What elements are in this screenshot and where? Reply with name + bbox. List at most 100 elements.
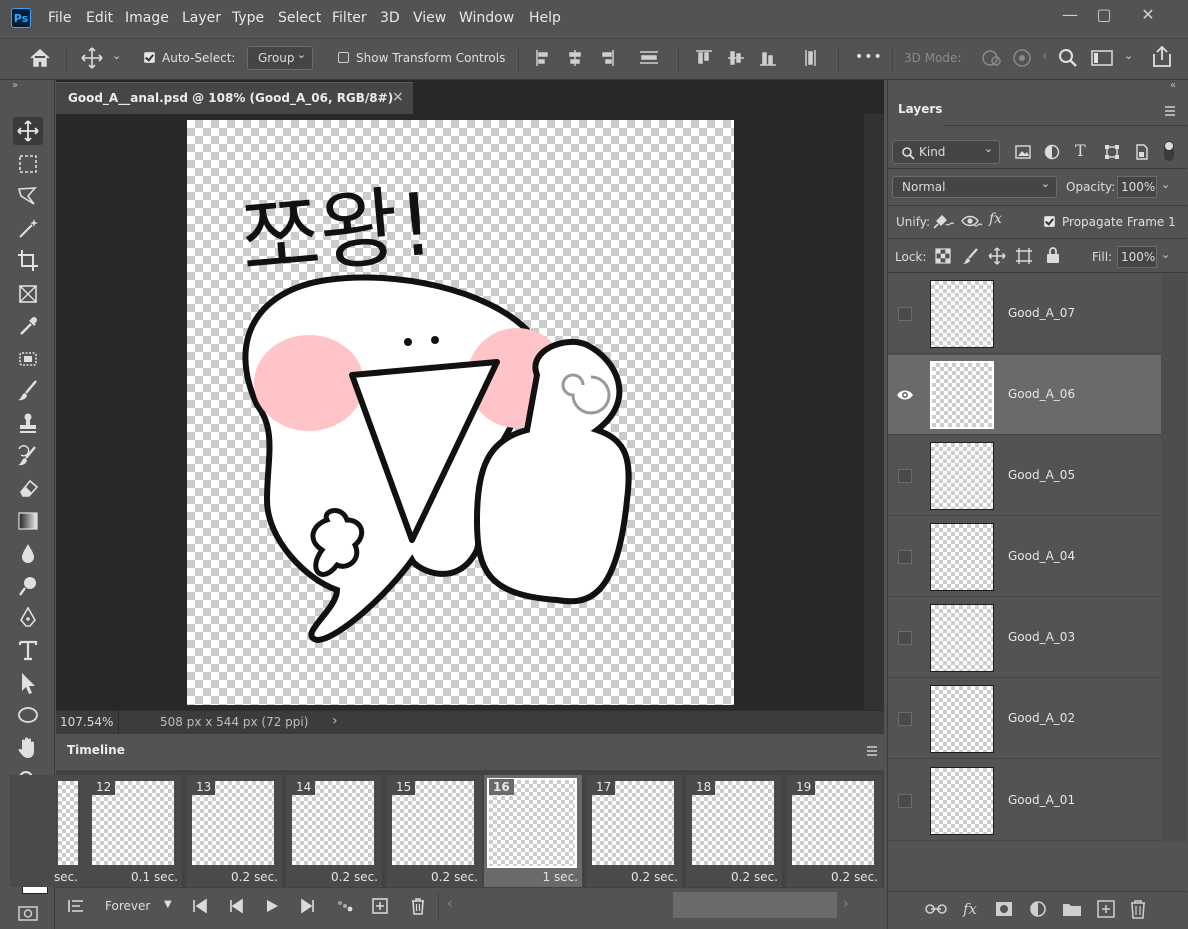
auto-select-checkbox[interactable]	[144, 52, 155, 63]
timeline-tab[interactable]: Timeline	[56, 736, 128, 768]
scroll-left-icon[interactable]: ‹	[447, 896, 453, 912]
panel-menu-icon[interactable]	[864, 744, 880, 758]
chevron-down-icon[interactable]: ⌄	[112, 49, 121, 62]
frame-item[interactable]: 15 0.2 sec.	[386, 775, 482, 887]
next-frame-icon[interactable]	[298, 897, 318, 915]
close-window-button[interactable]: ✕	[1133, 4, 1163, 26]
menu-image[interactable]: Image	[125, 10, 169, 26]
layers-tab[interactable]: Layers	[888, 92, 944, 128]
auto-select-dropdown[interactable]: Group ⌄	[247, 46, 313, 70]
show-transform-checkbox[interactable]	[338, 52, 349, 63]
maximize-button[interactable]: ▢	[1089, 4, 1119, 26]
add-mask-icon[interactable]	[992, 898, 1016, 920]
gradient-tool-button[interactable]	[13, 507, 43, 535]
frame-item[interactable]: 14 0.2 sec.	[286, 775, 382, 887]
magic-wand-tool-button[interactable]	[13, 215, 43, 243]
lock-pixels-icon[interactable]	[961, 247, 979, 265]
path-selection-tool-button[interactable]	[13, 669, 43, 697]
pen-tool-button[interactable]	[13, 604, 43, 632]
frame-item[interactable]: 17 0.2 sec.	[586, 775, 682, 887]
first-frame-icon[interactable]	[190, 897, 210, 915]
fill-input[interactable]: 100%	[1117, 246, 1157, 268]
panel-menu-icon[interactable]	[1162, 104, 1178, 118]
layer-row[interactable]: Good_A_03	[888, 598, 1161, 678]
quick-mask-icon[interactable]	[17, 905, 41, 923]
menu-3d[interactable]: 3D	[380, 10, 400, 26]
frame-delay[interactable]: 0.2 sec.	[686, 870, 778, 884]
convert-timeline-icon[interactable]	[66, 897, 86, 915]
menu-view[interactable]: View	[413, 10, 446, 26]
filter-toggle[interactable]	[1164, 141, 1174, 161]
frame-delay[interactable]: 1 sec.	[484, 870, 579, 884]
collapse-icon[interactable]: «	[1170, 80, 1176, 91]
visibility-toggle[interactable]	[898, 794, 912, 808]
chevron-down-icon[interactable]: ⌄	[1124, 49, 1133, 62]
menu-filter[interactable]: Filter	[332, 10, 367, 26]
menu-layer[interactable]: Layer	[182, 10, 221, 26]
menu-edit[interactable]: Edit	[86, 10, 113, 26]
brush-tool-button[interactable]	[13, 377, 43, 405]
frame-item[interactable]: 19 0.2 sec.	[786, 775, 882, 887]
canvas[interactable]: 쪼왕!	[187, 120, 734, 705]
unify-style-icon[interactable]: fx	[989, 211, 1002, 227]
status-menu-arrow-icon[interactable]: ›	[332, 713, 338, 729]
trash-icon[interactable]	[408, 896, 428, 916]
visibility-toggle[interactable]	[898, 712, 912, 726]
3d-orbit-icon[interactable]	[976, 46, 1004, 70]
share-icon[interactable]	[1150, 44, 1174, 70]
chevron-down-icon[interactable]: ⌄	[1161, 178, 1170, 191]
loop-dropdown-triangle-icon[interactable]: ▼	[164, 899, 172, 910]
chevron-left-icon[interactable]: ‹	[1042, 49, 1047, 64]
blend-mode-dropdown[interactable]: Normal ⌄	[892, 176, 1057, 198]
layer-row[interactable]: Good_A_01	[888, 761, 1161, 841]
layer-row[interactable]: Good_A_02	[888, 679, 1161, 759]
new-group-folder-icon[interactable]	[1060, 898, 1084, 920]
lasso-tool-button[interactable]	[13, 182, 43, 210]
frame-delay[interactable]: 0.2 sec.	[186, 870, 278, 884]
frame-delay[interactable]: 0.2 sec.	[286, 870, 378, 884]
home-icon[interactable]	[28, 46, 52, 70]
scroll-right-icon[interactable]: ›	[843, 896, 849, 912]
link-layers-icon[interactable]	[924, 898, 948, 920]
blur-tool-button[interactable]	[13, 539, 43, 567]
add-style-fx-icon[interactable]: fx	[958, 898, 982, 920]
propagate-frame-checkbox[interactable]	[1044, 216, 1055, 227]
lock-artboard-icon[interactable]	[1015, 247, 1033, 265]
chevron-down-icon[interactable]: ⌄	[1161, 248, 1170, 261]
frame-item[interactable]: 13 0.2 sec.	[186, 775, 282, 887]
lock-position-icon[interactable]	[988, 247, 1006, 265]
collapse-icon[interactable]: »	[12, 80, 18, 91]
vertical-scrollbar[interactable]	[864, 114, 884, 710]
eyedropper-tool-button[interactable]	[13, 312, 43, 340]
close-tab-button[interactable]: ×	[392, 89, 404, 105]
hand-tool-button[interactable]	[13, 734, 43, 762]
pixel-layer-filter-icon[interactable]	[1014, 143, 1032, 161]
frame-delay[interactable]: 0.1 sec.	[86, 870, 178, 884]
timeline-scrollbar-thumb[interactable]	[673, 892, 837, 918]
frame-item-selected[interactable]: 16 1 sec.	[484, 775, 582, 887]
menu-type[interactable]: Type	[232, 10, 264, 26]
lock-all-icon[interactable]	[1044, 246, 1062, 264]
move-tool-button[interactable]	[13, 117, 43, 145]
type-tool-button[interactable]	[13, 636, 43, 664]
layer-row[interactable]: Good_A_05	[888, 436, 1161, 516]
frame-tool-button[interactable]	[13, 280, 43, 308]
frame-item[interactable]: 12 0.1 sec.	[86, 775, 182, 887]
layer-row[interactable]: Good_A_07	[888, 274, 1161, 354]
marquee-tool-button[interactable]	[13, 150, 43, 178]
eye-icon[interactable]	[896, 388, 914, 402]
stamp-tool-button[interactable]	[13, 409, 43, 437]
eraser-tool-button[interactable]	[13, 474, 43, 502]
adjustment-filter-icon[interactable]	[1043, 143, 1061, 161]
history-brush-tool-button[interactable]	[13, 442, 43, 470]
unify-visibility-icon[interactable]	[960, 212, 984, 230]
minimize-button[interactable]: —	[1055, 4, 1085, 26]
workspace-icon[interactable]	[1088, 46, 1116, 70]
layer-row-selected[interactable]: Good_A_06	[888, 355, 1161, 435]
shape-filter-icon[interactable]	[1103, 143, 1121, 161]
menu-file[interactable]: File	[48, 10, 71, 26]
adjustment-layer-icon[interactable]	[1026, 898, 1050, 920]
crop-tool-button[interactable]	[13, 247, 43, 275]
frame-item[interactable]: 18 0.2 sec.	[686, 775, 782, 887]
frame-item[interactable]: sec.	[10, 775, 86, 887]
